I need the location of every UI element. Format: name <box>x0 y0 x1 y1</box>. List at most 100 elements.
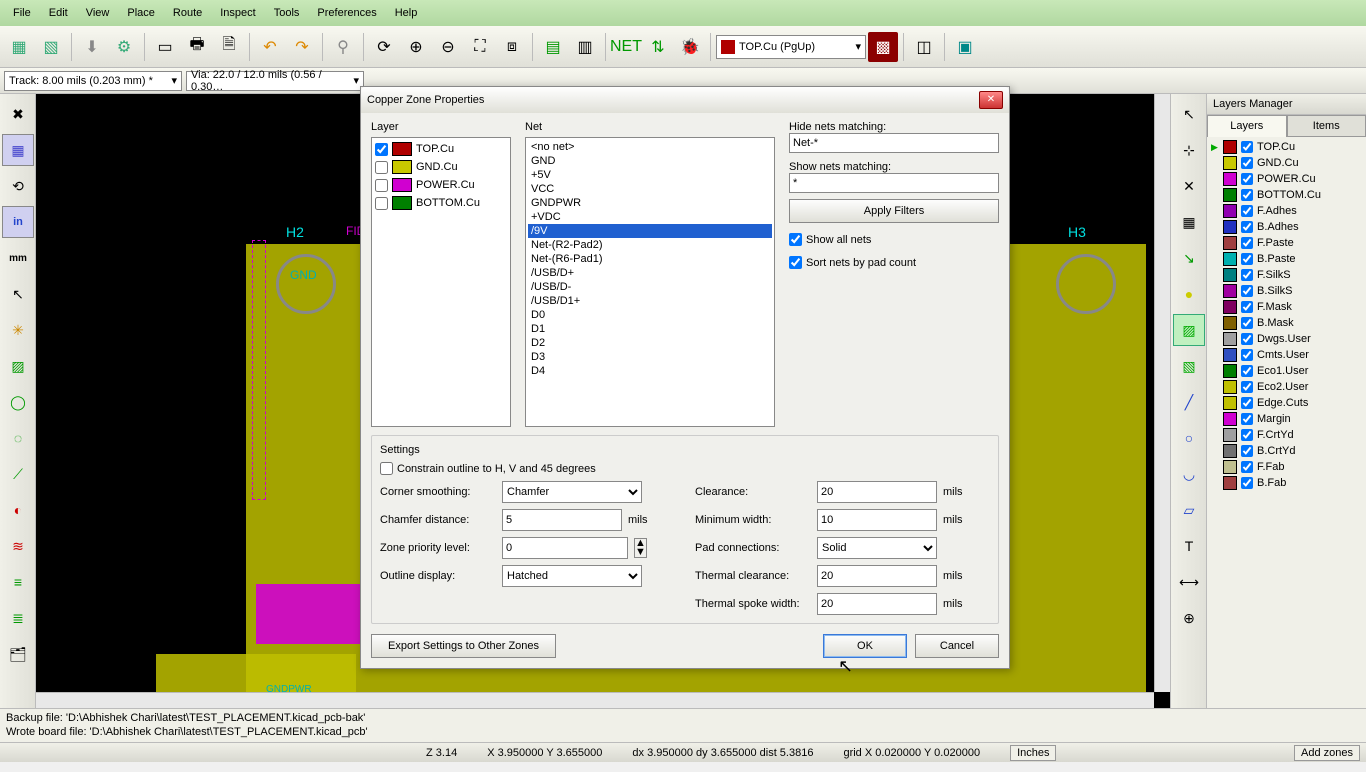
zone-layer-row[interactable]: BOTTOM.Cu <box>374 194 508 212</box>
net-row[interactable]: Net-(R6-Pad1) <box>528 252 772 266</box>
layer-row[interactable]: BOTTOM.Cu <box>1209 187 1364 203</box>
layer-row[interactable]: B.Mask <box>1209 315 1364 331</box>
layer-visible-checkbox[interactable] <box>1241 317 1253 329</box>
zone-layer-row[interactable]: GND.Cu <box>374 158 508 176</box>
add-text-icon[interactable]: T <box>1173 530 1205 562</box>
pcb-icon[interactable]: ▧ <box>36 32 66 62</box>
close-icon[interactable]: ✕ <box>979 91 1003 109</box>
menu-preferences[interactable]: Preferences <box>309 3 384 23</box>
menu-file[interactable]: File <box>5 3 39 23</box>
draw-polygon-icon[interactable]: ▱ <box>1173 494 1205 526</box>
layer-row[interactable]: Dwgs.User <box>1209 331 1364 347</box>
3d-viewer-icon[interactable]: ◫ <box>909 32 939 62</box>
save-icon[interactable]: ⬇ <box>77 32 107 62</box>
no-tool-icon[interactable]: ✖ <box>2 98 34 130</box>
net-row[interactable]: D2 <box>528 336 772 350</box>
net-row[interactable]: D3 <box>528 350 772 364</box>
layer-visible-checkbox[interactable] <box>1241 269 1253 281</box>
update-pcb-icon[interactable]: ⇅ <box>643 32 673 62</box>
add-keepout-icon[interactable]: ▧ <box>1173 350 1205 382</box>
layer-visible-checkbox[interactable] <box>1241 141 1253 153</box>
net-row[interactable]: VCC <box>528 182 772 196</box>
hide-nets-input[interactable] <box>789 133 999 153</box>
layer-row[interactable]: Eco2.User <box>1209 379 1364 395</box>
cursor-shape-icon[interactable]: ↖ <box>2 278 34 310</box>
refresh-icon[interactable]: ⟳ <box>369 32 399 62</box>
set-origin-icon[interactable]: ⊕ <box>1173 602 1205 634</box>
net-row[interactable]: /USB/D+ <box>528 266 772 280</box>
layer-visible-checkbox[interactable] <box>1241 189 1253 201</box>
layer-select[interactable]: TOP.Cu (PgUp) ▾ <box>716 35 866 59</box>
chamfer-distance-input[interactable] <box>502 509 622 531</box>
cancel-button[interactable]: Cancel <box>915 634 999 658</box>
layer-visible-checkbox[interactable] <box>1241 221 1253 233</box>
zone-net-list[interactable]: <no net>GND+5VVCCGNDPWR+VDC/9VNet-(R2-Pa… <box>525 137 775 427</box>
zone-layer-checkbox[interactable] <box>375 143 388 156</box>
drc-icon[interactable]: 🐞 <box>675 32 705 62</box>
fill-zones-icon[interactable]: ▨ <box>2 350 34 382</box>
layer-visible-checkbox[interactable] <box>1241 205 1253 217</box>
layer-row[interactable]: Eco1.User <box>1209 363 1364 379</box>
net-row[interactable]: D0 <box>528 308 772 322</box>
layer-visible-checkbox[interactable] <box>1241 333 1253 345</box>
zone-layer-checkbox[interactable] <box>375 179 388 192</box>
route-track-icon[interactable]: ↘ <box>1173 242 1205 274</box>
add-dimension-icon[interactable]: ⟷ <box>1173 566 1205 598</box>
track-fill-icon[interactable]: ≡ <box>2 566 34 598</box>
zone-layer-checkbox[interactable] <box>375 161 388 174</box>
layer-visible-checkbox[interactable] <box>1241 445 1253 457</box>
menu-help[interactable]: Help <box>387 3 426 23</box>
board-settings-icon[interactable]: ⚙ <box>109 32 139 62</box>
layer-visible-checkbox[interactable] <box>1241 429 1253 441</box>
constrain-outline-checkbox[interactable] <box>380 462 393 475</box>
menu-tools[interactable]: Tools <box>266 3 308 23</box>
thermal-clearance-input[interactable] <box>817 565 937 587</box>
layer-visible-checkbox[interactable] <box>1241 301 1253 313</box>
zoom-selection-icon[interactable]: ⧈ <box>497 32 527 62</box>
ok-button[interactable]: OK <box>823 634 907 658</box>
tab-layers[interactable]: Layers <box>1207 115 1287 137</box>
contrast-icon[interactable]: ◐ <box>2 494 34 526</box>
layer-visible-checkbox[interactable] <box>1241 365 1253 377</box>
menu-route[interactable]: Route <box>165 3 210 23</box>
grid-icon[interactable]: ▦ <box>2 134 34 166</box>
menu-edit[interactable]: Edit <box>41 3 76 23</box>
layer-row[interactable]: B.SilkS <box>1209 283 1364 299</box>
layer-visible-checkbox[interactable] <box>1241 381 1253 393</box>
layer-row[interactable]: B.Paste <box>1209 251 1364 267</box>
draw-arc-icon[interactable]: ◡ <box>1173 458 1205 490</box>
layer-row[interactable]: F.Adhes <box>1209 203 1364 219</box>
layer-visible-checkbox[interactable] <box>1241 157 1253 169</box>
add-footprint-icon[interactable]: ▦ <box>1173 206 1205 238</box>
trace-icon[interactable]: ≣ <box>2 602 34 634</box>
layer-row[interactable]: F.CrtYd <box>1209 427 1364 443</box>
min-width-input[interactable] <box>817 509 937 531</box>
find-icon[interactable]: ⚲ <box>328 32 358 62</box>
show-nets-input[interactable] <box>789 173 999 193</box>
pad-outline-icon[interactable]: ◯ <box>2 386 34 418</box>
zone-layer-list[interactable]: TOP.CuGND.CuPOWER.CuBOTTOM.Cu <box>371 137 511 427</box>
netlist-icon[interactable]: NET <box>611 32 641 62</box>
redo-icon[interactable]: ↷ <box>287 32 317 62</box>
layer-row[interactable]: Margin <box>1209 411 1364 427</box>
draw-line-icon[interactable]: ╱ <box>1173 386 1205 418</box>
layer-row[interactable]: F.Paste <box>1209 235 1364 251</box>
layer-visible-checkbox[interactable] <box>1241 173 1253 185</box>
net-row[interactable]: +VDC <box>528 210 772 224</box>
show-all-nets-checkbox[interactable] <box>789 233 802 246</box>
ratsnest-icon[interactable]: ✳ <box>2 314 34 346</box>
select-icon[interactable]: ↖ <box>1173 98 1205 130</box>
zoom-in-icon[interactable]: ⊕ <box>401 32 431 62</box>
footprint-icon[interactable]: ▤ <box>538 32 568 62</box>
net-row[interactable]: GNDPWR <box>528 196 772 210</box>
layer-visible-checkbox[interactable] <box>1241 397 1253 409</box>
menu-inspect[interactable]: Inspect <box>212 3 263 23</box>
export-settings-button[interactable]: Export Settings to Other Zones <box>371 634 556 658</box>
highlight-net-icon[interactable]: ⊹ <box>1173 134 1205 166</box>
draw-circle-icon[interactable]: ○ <box>1173 422 1205 454</box>
layer-row[interactable]: F.Fab <box>1209 459 1364 475</box>
zoom-out-icon[interactable]: ⊖ <box>433 32 463 62</box>
corner-smoothing-select[interactable]: Chamfer <box>502 481 642 503</box>
layer-visible-checkbox[interactable] <box>1241 349 1253 361</box>
layer-row[interactable]: B.CrtYd <box>1209 443 1364 459</box>
